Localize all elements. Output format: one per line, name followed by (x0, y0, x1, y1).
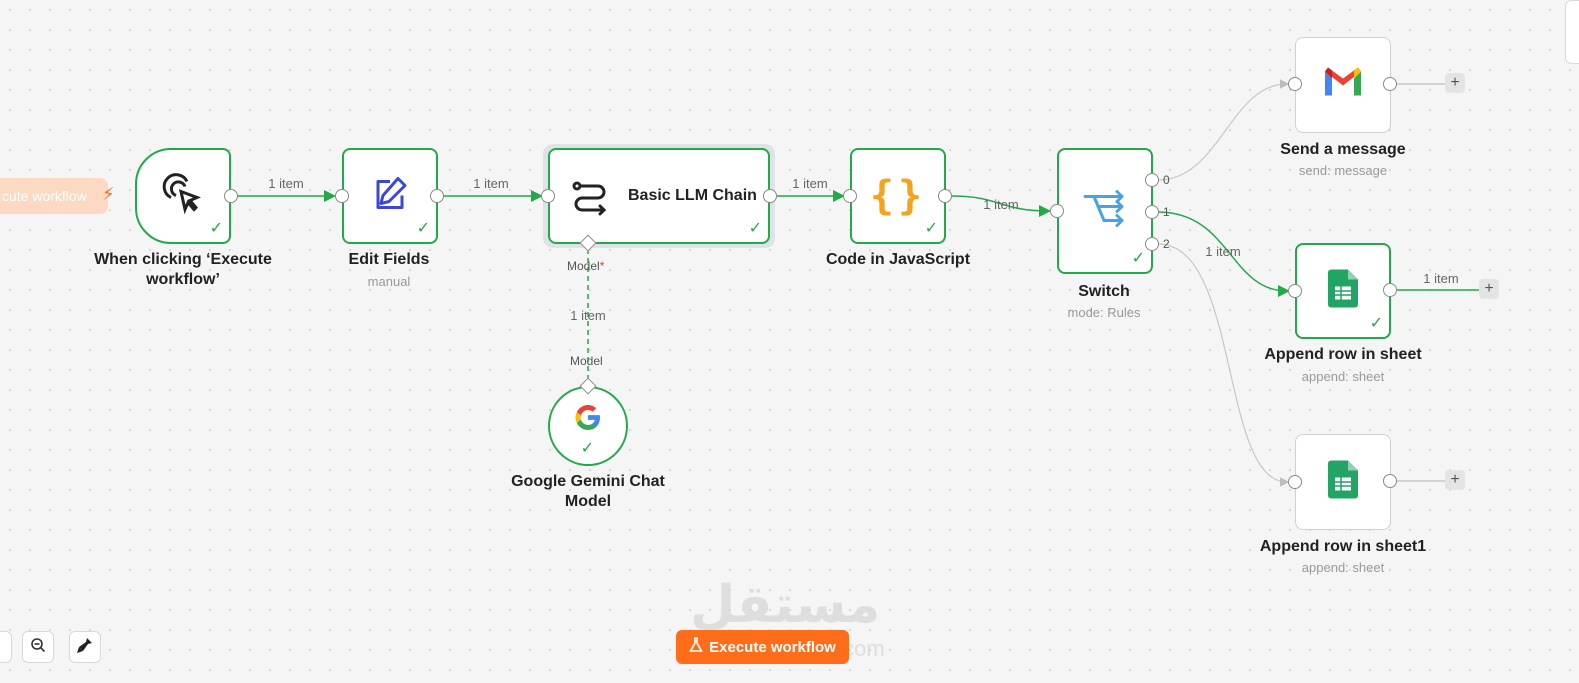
watermark-logo: مستقل (690, 576, 881, 634)
node-llm-chain[interactable]: Basic LLM Chain ✓ (548, 148, 770, 244)
model-port-label: Model* (567, 259, 604, 273)
node-manual-trigger[interactable]: ✓ (135, 148, 231, 244)
zoom-out-button[interactable] (22, 631, 54, 663)
success-check-icon: ✓ (1131, 250, 1145, 267)
gemini-port-label: Model (570, 354, 603, 368)
node-title: Code in JavaScript (825, 251, 971, 268)
zoom-out-icon (30, 637, 46, 658)
node-title: Edit Fields (348, 251, 430, 268)
clean-up-icon (76, 636, 94, 659)
execute-workflow-button[interactable]: Execute workflow (676, 630, 849, 664)
input-handle[interactable] (1288, 77, 1302, 91)
edit-pencil-icon (370, 174, 410, 219)
output-label-2: 2 (1163, 237, 1170, 251)
output-handle[interactable] (763, 189, 777, 203)
edge-label: 1 item (1205, 244, 1241, 259)
node-append-row[interactable]: ✓ (1295, 243, 1391, 339)
edge-label: 1 item (792, 176, 828, 191)
input-handle[interactable] (541, 189, 555, 203)
llm-chain-icon (570, 178, 610, 223)
edge-switch0-gmail (1157, 79, 1290, 181)
node-append-row1[interactable] (1295, 434, 1391, 530)
output-handle-0[interactable] (1145, 173, 1159, 187)
output-label-0: 0 (1163, 173, 1170, 187)
input-handle[interactable] (1288, 284, 1302, 298)
required-marker: * (599, 259, 605, 273)
add-node-button[interactable]: + (1445, 470, 1465, 490)
node-gemini-model[interactable]: ✓ (548, 386, 628, 466)
output-label-1: 1 (1163, 205, 1170, 219)
edge-label: 1 item (268, 176, 304, 191)
google-sheets-icon (1328, 269, 1358, 313)
node-subtitle: send: message (1298, 163, 1388, 178)
input-handle[interactable] (1050, 204, 1064, 218)
node-title: Append row in sheet1 (1259, 538, 1427, 555)
node-subtitle: manual (367, 274, 411, 289)
edge-label: 1 item (983, 197, 1019, 212)
success-check-icon: ✓ (209, 220, 223, 237)
output-handle[interactable] (224, 189, 238, 203)
trigger-tab-label: cute workflow (2, 188, 87, 204)
model-port-text: Model (567, 259, 600, 273)
google-sheets-icon (1328, 460, 1358, 504)
success-check-icon: ✓ (924, 220, 938, 237)
node-title: Append row in sheet (1264, 346, 1422, 363)
node-title: When clicking ‘Execute workflow’ (94, 251, 272, 288)
edge-label: 1 item (1423, 271, 1459, 286)
add-node-button[interactable]: + (1479, 279, 1499, 299)
google-icon (573, 402, 603, 437)
success-check-icon: ✓ (1369, 315, 1383, 332)
add-node-button[interactable]: + (1445, 73, 1465, 93)
output-handle[interactable] (1383, 474, 1397, 488)
node-title: Basic LLM Chain (628, 187, 757, 204)
node-send-message[interactable] (1295, 37, 1391, 133)
node-subtitle: append: sheet (1301, 560, 1385, 575)
code-braces-icon: {} (869, 173, 927, 219)
side-panel-toggle[interactable] (1565, 0, 1579, 64)
execute-trigger-tab[interactable]: cute workflow (0, 178, 108, 214)
success-check-icon: ✓ (580, 440, 594, 457)
node-title: Switch (1078, 283, 1130, 300)
edge-label: 1 item (473, 176, 509, 191)
output-handle-2[interactable] (1145, 237, 1159, 251)
tidy-up-button[interactable] (69, 631, 101, 663)
node-subtitle: append: sheet (1301, 369, 1385, 384)
gmail-icon (1322, 66, 1364, 105)
output-handle[interactable] (1383, 77, 1397, 91)
flask-icon (689, 637, 704, 657)
node-title: Google Gemini Chat Model (511, 473, 665, 510)
node-title: Send a message (1280, 141, 1406, 158)
input-handle[interactable] (1288, 475, 1302, 489)
output-handle[interactable] (430, 189, 444, 203)
input-handle[interactable] (335, 189, 349, 203)
bolt-icon: ⚡ (102, 184, 115, 204)
output-handle[interactable] (938, 189, 952, 203)
execute-workflow-label: Execute workflow (709, 638, 836, 656)
node-subtitle: mode: Rules (1067, 305, 1141, 320)
success-check-icon: ✓ (416, 220, 430, 237)
edge-label: 1 item (570, 308, 606, 323)
node-code-js[interactable]: {} ✓ (850, 148, 946, 244)
output-handle[interactable] (1383, 283, 1397, 297)
switch-icon (1082, 189, 1128, 234)
output-handle-1[interactable] (1145, 205, 1159, 219)
pointer-click-icon (161, 172, 205, 221)
success-check-icon: ✓ (748, 220, 762, 237)
node-switch[interactable]: ✓ (1057, 148, 1153, 274)
input-handle[interactable] (843, 189, 857, 203)
node-edit-fields[interactable]: ✓ (342, 148, 438, 244)
canvas-control-partial[interactable] (0, 631, 12, 663)
